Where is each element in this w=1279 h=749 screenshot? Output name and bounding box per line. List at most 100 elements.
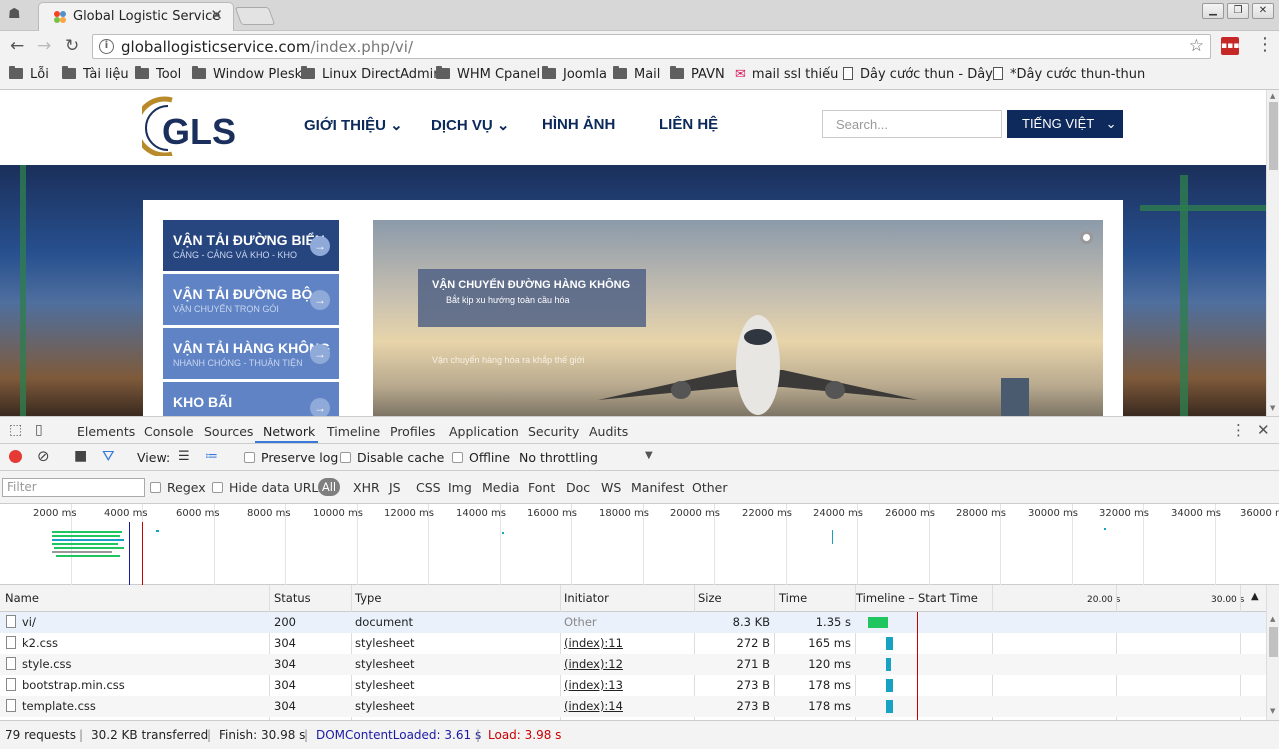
filter-manifest[interactable]: Manifest (631, 480, 684, 495)
filter-js[interactable]: JS (389, 480, 401, 495)
list-view-icon[interactable]: ☰ (178, 449, 190, 464)
tab-close-icon[interactable]: ✕ (210, 6, 223, 24)
nav-services[interactable]: DỊCH VỤ ⌄ (431, 116, 509, 134)
nav-contact[interactable]: LIÊN HỆ (659, 116, 718, 133)
reload-icon[interactable]: ↻ (65, 36, 79, 56)
bookmark-folder[interactable]: Lỗi (9, 66, 49, 82)
column-initiator[interactable]: Initiator (564, 591, 609, 605)
throttling-select[interactable]: No throttling (519, 450, 598, 465)
bookmark-folder[interactable]: WHM Cpanel (436, 66, 540, 82)
column-name[interactable]: Name (5, 591, 39, 605)
table-row[interactable]: template.css 304 stylesheet (index):14 2… (0, 696, 1266, 717)
page-scrollbar[interactable]: ▲ ▼ (1266, 90, 1279, 416)
back-arrow-icon[interactable]: ← (10, 36, 24, 56)
close-window-button[interactable]: ✕ (1252, 3, 1274, 19)
filter-icon[interactable]: ⛛ (102, 447, 115, 465)
filter-font[interactable]: Font (528, 480, 555, 495)
filter-doc[interactable]: Doc (566, 480, 590, 495)
filter-other[interactable]: Other (692, 480, 728, 495)
device-mode-icon[interactable]: ▯ (35, 422, 43, 438)
tab-timeline[interactable]: Timeline (327, 424, 380, 439)
initiator-link[interactable]: (index):12 (564, 657, 623, 671)
address-bar[interactable]: i globallogisticservice.com/index.php/vi… (92, 34, 1211, 59)
dropdown-arrow-icon[interactable]: ▼ (645, 450, 653, 461)
sort-up-icon[interactable]: ▲ (1251, 591, 1259, 602)
filter-media[interactable]: Media (482, 480, 520, 495)
offline-checkbox[interactable]: Offline (452, 450, 510, 465)
table-scroll-thumb[interactable] (1269, 627, 1278, 657)
page-scroll-thumb[interactable] (1269, 102, 1278, 170)
filter-xhr[interactable]: XHR (353, 480, 380, 495)
bookmark-folder[interactable]: Linux DirectAdmin (301, 66, 442, 82)
maximize-button[interactable]: ❐ (1227, 3, 1249, 19)
disable-cache-checkbox[interactable]: Disable cache (340, 450, 444, 465)
initiator-link[interactable]: (index):11 (564, 636, 623, 650)
filter-ws[interactable]: WS (601, 480, 621, 495)
nav-about[interactable]: GIỚI THIỆU ⌄ (304, 116, 403, 134)
tab-application[interactable]: Application (449, 424, 519, 439)
minimize-button[interactable]: ▁ (1202, 3, 1224, 19)
browser-tab[interactable]: Global Logistic Service ✕ (38, 2, 234, 31)
service-warehouse[interactable]: KHO BÃI → (163, 382, 339, 416)
tab-profiles[interactable]: Profiles (390, 424, 435, 439)
bookmark-folder[interactable]: PAVN (670, 66, 725, 82)
service-sea-transport[interactable]: VẬN TẢI ĐƯỜNG BIỂN CẢNG - CẢNG VÀ KHO - … (163, 220, 339, 271)
table-row[interactable]: bootstrap.min.css 304 stylesheet (index)… (0, 675, 1266, 696)
column-status[interactable]: Status (274, 591, 311, 605)
language-selector[interactable]: TIẾNG VIỆT ⌄ (1007, 110, 1123, 138)
scroll-down-icon[interactable]: ▼ (1270, 404, 1275, 412)
bookmark-doc[interactable]: *Dây cước thun-thun (993, 67, 1145, 82)
column-size[interactable]: Size (698, 591, 722, 605)
scroll-up-icon[interactable]: ▲ (1270, 615, 1275, 623)
table-row[interactable]: style.css 304 stylesheet (index):12 271 … (0, 654, 1266, 675)
nav-gallery[interactable]: HÌNH ẢNH (542, 116, 615, 133)
filter-css[interactable]: CSS (416, 480, 441, 495)
hide-data-urls-checkbox[interactable]: Hide data URLs (212, 480, 325, 495)
bookmark-star-icon[interactable]: ☆ (1189, 36, 1204, 56)
column-timeline[interactable]: Timeline – Start Time (856, 591, 978, 605)
service-road-transport[interactable]: VẬN TẢI ĐƯỜNG BỘ VẬN CHUYỂN TRỌN GÓI → (163, 274, 339, 325)
tab-elements[interactable]: Elements (77, 424, 135, 439)
column-type[interactable]: Type (355, 591, 381, 605)
gls-logo[interactable]: GLS (142, 96, 246, 156)
camera-icon[interactable]: ■ (74, 448, 87, 464)
table-scrollbar[interactable]: ▲ ▼ (1266, 585, 1279, 720)
initiator-link[interactable]: (index):13 (564, 678, 623, 692)
regex-checkbox[interactable]: Regex (150, 480, 206, 495)
bookmark-doc[interactable]: Dây cước thun - Dây (843, 67, 993, 82)
slide-indicator[interactable] (1080, 231, 1093, 244)
devtools-close-icon[interactable]: ✕ (1257, 421, 1270, 439)
site-info-icon[interactable]: i (99, 39, 114, 54)
scroll-down-icon[interactable]: ▼ (1270, 707, 1275, 715)
bookmark-folder[interactable]: Mail (613, 66, 660, 82)
filter-input[interactable]: Filter (2, 478, 145, 497)
network-overview[interactable]: 2000 ms 4000 ms 6000 ms 8000 ms 10000 ms… (0, 504, 1279, 585)
tab-security[interactable]: Security (528, 424, 579, 439)
new-tab-button[interactable] (234, 7, 276, 25)
tab-audits[interactable]: Audits (589, 424, 628, 439)
bookmark-link[interactable]: ✉ mail ssl thiếu (735, 67, 838, 82)
clear-icon[interactable]: ⊘ (37, 447, 50, 465)
extension-icon[interactable]: ▪▪▪ (1221, 37, 1239, 55)
record-icon[interactable] (9, 450, 22, 463)
tab-console[interactable]: Console (144, 424, 194, 439)
service-air-transport[interactable]: VẬN TẢI HÀNG KHÔNG NHANH CHÓNG - THUẬN T… (163, 328, 339, 379)
initiator-link[interactable]: (index):14 (564, 699, 623, 713)
tab-sources[interactable]: Sources (204, 424, 253, 439)
tab-network[interactable]: Network (263, 424, 315, 439)
filter-all[interactable]: All (318, 478, 340, 496)
column-time[interactable]: Time (779, 591, 807, 605)
forward-arrow-icon[interactable]: → (37, 36, 51, 56)
bookmark-folder[interactable]: Tài liệu (62, 66, 129, 82)
preserve-log-checkbox[interactable]: Preserve log (244, 450, 338, 465)
bookmark-folder[interactable]: Joomla (542, 66, 607, 82)
site-search-input[interactable]: Search... (822, 110, 1002, 138)
bookmark-folder[interactable]: Tool (135, 66, 181, 82)
waterfall-view-icon[interactable]: ≔ (205, 449, 218, 464)
browser-menu-icon[interactable]: ⋮ (1256, 34, 1274, 55)
filter-img[interactable]: Img (448, 480, 472, 495)
inspect-element-icon[interactable]: ⬚ (9, 422, 22, 438)
table-row[interactable]: vi/ 200 document Other 8.3 KB 1.35 s (0, 612, 1266, 633)
table-row[interactable]: k2.css 304 stylesheet (index):11 272 B 1… (0, 633, 1266, 654)
devtools-menu-icon[interactable]: ⋮ (1231, 421, 1246, 439)
